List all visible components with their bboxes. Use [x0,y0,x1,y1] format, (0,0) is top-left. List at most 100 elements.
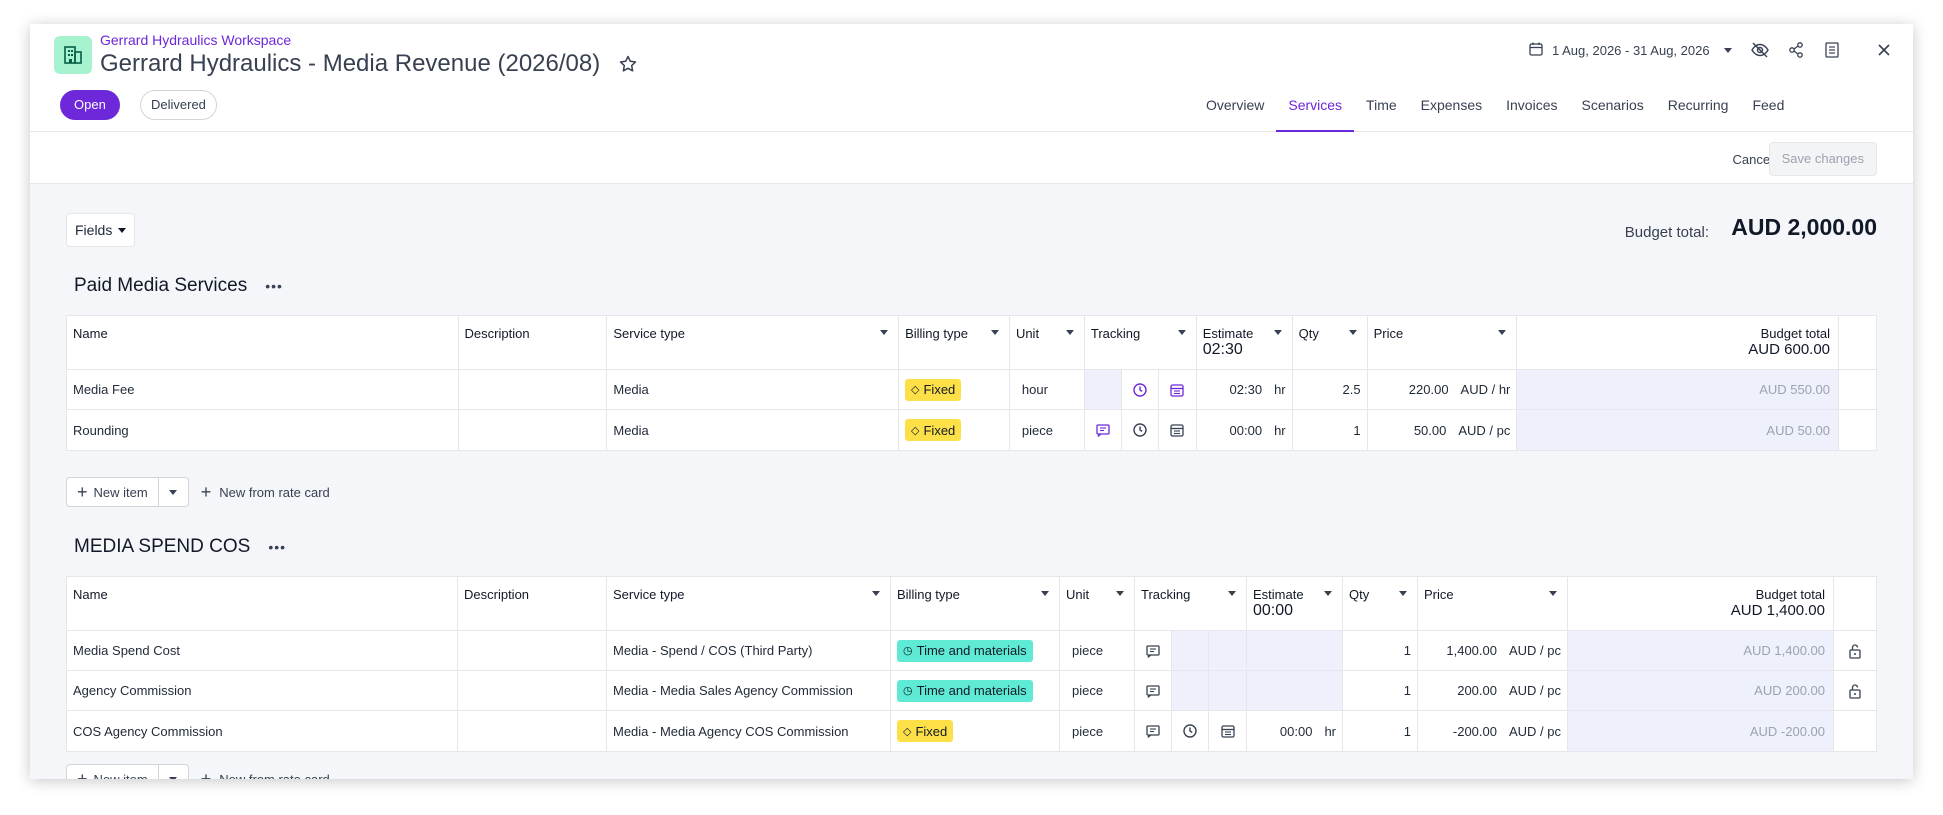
row-actions-cell[interactable] [1834,631,1876,670]
new-item-button[interactable]: + New item [66,764,159,779]
col-header-qty[interactable]: Qty [1293,316,1368,369]
date-range-selector[interactable]: 1 Aug, 2026 - 31 Aug, 2026 [1528,38,1732,62]
tracking-calendar-cell[interactable] [1209,671,1247,710]
price-cell[interactable]: 220.00 AUD / hr [1368,370,1518,409]
col-header-tracking[interactable]: Tracking [1135,577,1247,630]
col-header-service-type[interactable]: Service type [607,577,891,630]
more-options-icon[interactable]: ••• [265,278,283,294]
tracking-note-cell[interactable] [1135,711,1172,751]
col-header-description[interactable]: Description [458,577,607,630]
tracking-time-cell[interactable] [1122,370,1159,409]
workspace-link[interactable]: Gerrard Hydraulics Workspace [100,32,291,48]
name-cell[interactable]: COS Agency Commission [67,711,458,751]
eye-off-icon[interactable] [1748,38,1772,62]
row-actions-cell[interactable] [1834,671,1876,710]
service-type-cell[interactable]: Media [607,410,900,450]
qty-cell[interactable]: 1 [1343,671,1418,710]
name-cell[interactable]: Rounding [67,410,459,450]
billing-type-cell[interactable]: ◷ Time and materials [891,631,1060,670]
col-header-price[interactable]: Price [1418,577,1568,630]
unit-cell[interactable]: hour [1010,370,1085,409]
col-header-billing-type[interactable]: Billing type [899,316,1010,369]
table-row[interactable]: Agency Commission Media - Media Sales Ag… [67,671,1876,711]
close-icon[interactable] [1872,38,1896,62]
price-cell[interactable]: 50.00 AUD / pc [1368,410,1518,450]
col-header-billing-type[interactable]: Billing type [891,577,1060,630]
unit-cell[interactable]: piece [1060,711,1135,751]
tab-time[interactable]: Time [1354,84,1409,132]
description-cell[interactable] [459,370,608,409]
tracking-note-cell[interactable] [1084,370,1122,409]
unlock-icon[interactable] [1845,641,1865,661]
col-header-name[interactable]: Name [67,316,459,369]
new-item-dropdown[interactable] [158,477,189,507]
col-header-estimate[interactable]: Estimate 00:00 [1247,577,1343,630]
service-type-cell[interactable]: Media [607,370,900,409]
unit-cell[interactable]: piece [1010,410,1085,450]
price-cell[interactable]: -200.00 AUD / pc [1418,711,1568,751]
tracking-time-cell[interactable] [1122,410,1159,450]
price-cell[interactable]: 200.00 AUD / pc [1418,671,1568,710]
status-open-button[interactable]: Open [60,90,120,120]
col-header-description[interactable]: Description [459,316,608,369]
unlock-icon[interactable] [1845,681,1865,701]
document-icon[interactable] [1820,38,1844,62]
name-cell[interactable]: Agency Commission [67,671,458,710]
price-cell[interactable]: 1,400.00 AUD / pc [1418,631,1568,670]
tab-expenses[interactable]: Expenses [1409,84,1494,132]
table-row[interactable]: Media Fee Media ◇ Fixed hour 02:30 hr 2.5 … [67,370,1876,410]
share-icon[interactable] [1784,38,1808,62]
col-header-qty[interactable]: Qty [1343,577,1418,630]
estimate-cell[interactable] [1247,671,1343,710]
tracking-calendar-cell[interactable] [1209,631,1247,670]
estimate-cell[interactable]: 00:00 hr [1197,410,1293,450]
table-row[interactable]: COS Agency Commission Media - Media Agen… [67,711,1876,751]
qty-cell[interactable]: 1 [1293,410,1368,450]
estimate-cell[interactable]: 00:00 hr [1247,711,1343,751]
service-type-cell[interactable]: Media - Media Sales Agency Commission [607,671,891,710]
new-from-rate-card-button[interactable]: + New from rate card [201,483,330,501]
service-type-cell[interactable]: Media - Spend / COS (Third Party) [607,631,891,670]
billing-type-cell[interactable]: ◇ Fixed [891,711,1060,751]
fields-button[interactable]: Fields [66,213,136,247]
description-cell[interactable] [459,410,608,450]
qty-cell[interactable]: 1 [1343,631,1418,670]
col-header-unit[interactable]: Unit [1060,577,1135,630]
estimate-cell[interactable] [1247,631,1343,670]
tracking-note-cell[interactable] [1135,671,1172,710]
tab-invoices[interactable]: Invoices [1494,84,1569,132]
col-header-name[interactable]: Name [67,577,458,630]
more-options-icon[interactable]: ••• [268,539,286,555]
unit-cell[interactable]: piece [1060,671,1135,710]
tracking-calendar-cell[interactable] [1209,711,1247,751]
qty-cell[interactable]: 1 [1343,711,1418,751]
description-cell[interactable] [458,631,607,670]
tab-recurring[interactable]: Recurring [1656,84,1741,132]
billing-type-cell[interactable]: ◷ Time and materials [891,671,1060,710]
billing-type-cell[interactable]: ◇ Fixed [899,410,1010,450]
col-header-price[interactable]: Price [1368,316,1518,369]
tab-feed[interactable]: Feed [1740,84,1796,132]
tab-services[interactable]: Services [1276,84,1355,132]
col-header-unit[interactable]: Unit [1010,316,1085,369]
name-cell[interactable]: Media Fee [67,370,459,409]
tracking-time-cell[interactable] [1172,671,1209,710]
tracking-time-cell[interactable] [1172,631,1209,670]
qty-cell[interactable]: 2.5 [1293,370,1368,409]
tracking-note-cell[interactable] [1085,410,1122,450]
new-item-button[interactable]: + New item [66,477,159,507]
table-row[interactable]: Rounding Media ◇ Fixed piece 00:00 hr 1 50… [67,410,1876,450]
col-header-estimate[interactable]: Estimate 02:30 [1197,316,1293,369]
tracking-calendar-cell[interactable] [1159,410,1197,450]
tracking-time-cell[interactable] [1172,711,1209,751]
col-header-service-type[interactable]: Service type [607,316,900,369]
estimate-cell[interactable]: 02:30 hr [1197,370,1293,409]
new-from-rate-card-button[interactable]: + New from rate card [201,770,330,779]
unit-cell[interactable]: piece [1060,631,1135,670]
description-cell[interactable] [458,711,607,751]
status-delivered-button[interactable]: Delivered [140,90,217,120]
billing-type-cell[interactable]: ◇ Fixed [899,370,1010,409]
name-cell[interactable]: Media Spend Cost [67,631,458,670]
description-cell[interactable] [458,671,607,710]
col-header-tracking[interactable]: Tracking [1085,316,1197,369]
